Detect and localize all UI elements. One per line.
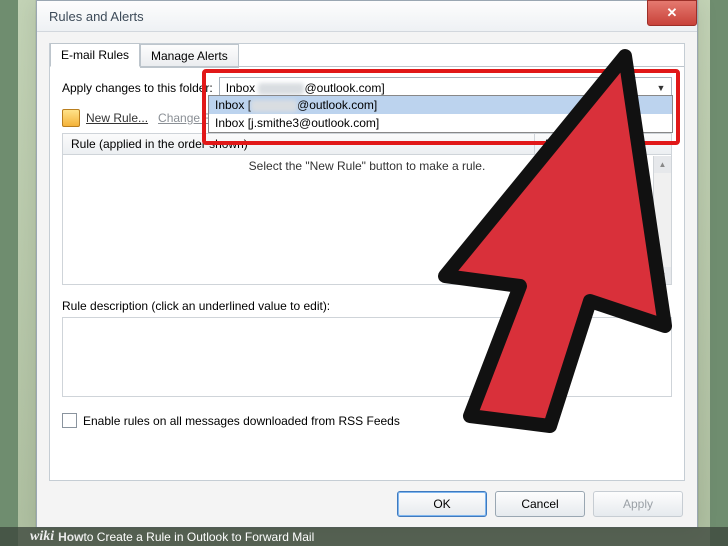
col-actions: Actions [535, 134, 671, 154]
titlebar: Rules and Alerts ✕ [37, 1, 697, 32]
close-icon: ✕ [667, 5, 678, 21]
tab-label: Manage Alerts [151, 49, 228, 63]
redacted-email [251, 100, 297, 112]
client-area: E-mail Rules Manage Alerts Apply changes… [49, 43, 685, 481]
window-title: Rules and Alerts [49, 9, 144, 24]
rule-description-box [62, 317, 672, 397]
bg-stripe-right [710, 0, 728, 546]
wikihow-how: How [58, 530, 83, 544]
rules-list: Rule (applied in the order shown) Action… [62, 133, 672, 285]
folder-option-2[interactable]: Inbox [j.smithe3@outlook.com] [209, 114, 672, 132]
new-rule-button[interactable]: New Rule... [62, 109, 148, 127]
col-rule: Rule (applied in the order shown) [63, 134, 535, 154]
scroll-down-icon[interactable]: ▼ [654, 267, 671, 284]
redacted-email [258, 83, 304, 95]
apply-folder-label: Apply changes to this folder: [62, 81, 213, 95]
watermark-text: to Create a Rule in Outlook to Forward M… [83, 530, 314, 544]
rss-checkbox[interactable] [62, 413, 77, 428]
watermark-footer: wiki How to Create a Rule in Outlook to F… [0, 527, 728, 546]
ok-button[interactable]: OK [397, 491, 487, 517]
bg-stripe-left [0, 0, 18, 546]
rules-scrollbar[interactable]: ▲ ▼ [653, 156, 671, 284]
tab-label: E-mail Rules [61, 48, 129, 62]
chevron-down-icon[interactable]: ▼ [653, 80, 669, 96]
folder-select-value: Inbox @outlook.com] [226, 81, 385, 95]
rules-empty-message: Select the "New Rule" button to make a r… [63, 155, 671, 173]
rules-and-alerts-window: Rules and Alerts ✕ E-mail Rules Manage A… [36, 0, 698, 528]
rule-description-label: Rule description (click an underlined va… [62, 299, 672, 313]
cancel-label: Cancel [521, 497, 558, 511]
apply-label: Apply [623, 497, 653, 511]
tabstrip: E-mail Rules Manage Alerts [50, 43, 684, 67]
cancel-button[interactable]: Cancel [495, 491, 585, 517]
ok-label: OK [433, 497, 450, 511]
new-rule-label: New Rule... [86, 111, 148, 125]
folder-option-1[interactable]: Inbox [@outlook.com] [209, 96, 672, 114]
apply-button[interactable]: Apply [593, 491, 683, 517]
scroll-up-icon[interactable]: ▲ [654, 156, 671, 173]
folder-dropdown[interactable]: Inbox [@outlook.com] Inbox [j.smithe3@ou… [208, 95, 673, 133]
new-rule-icon [62, 109, 80, 127]
wikihow-logo: wiki [30, 529, 54, 545]
rules-header: Rule (applied in the order shown) Action… [63, 134, 671, 155]
rss-checkbox-label: Enable rules on all messages downloaded … [83, 414, 400, 428]
rss-option-row: Enable rules on all messages downloaded … [62, 413, 672, 428]
tab-manage-alerts[interactable]: Manage Alerts [140, 44, 239, 68]
dialog-buttons: OK Cancel Apply [397, 491, 683, 517]
tab-email-rules[interactable]: E-mail Rules [50, 43, 140, 67]
close-button[interactable]: ✕ [647, 0, 697, 26]
tab-panel-email-rules: Apply changes to this folder: Inbox @out… [50, 66, 684, 480]
